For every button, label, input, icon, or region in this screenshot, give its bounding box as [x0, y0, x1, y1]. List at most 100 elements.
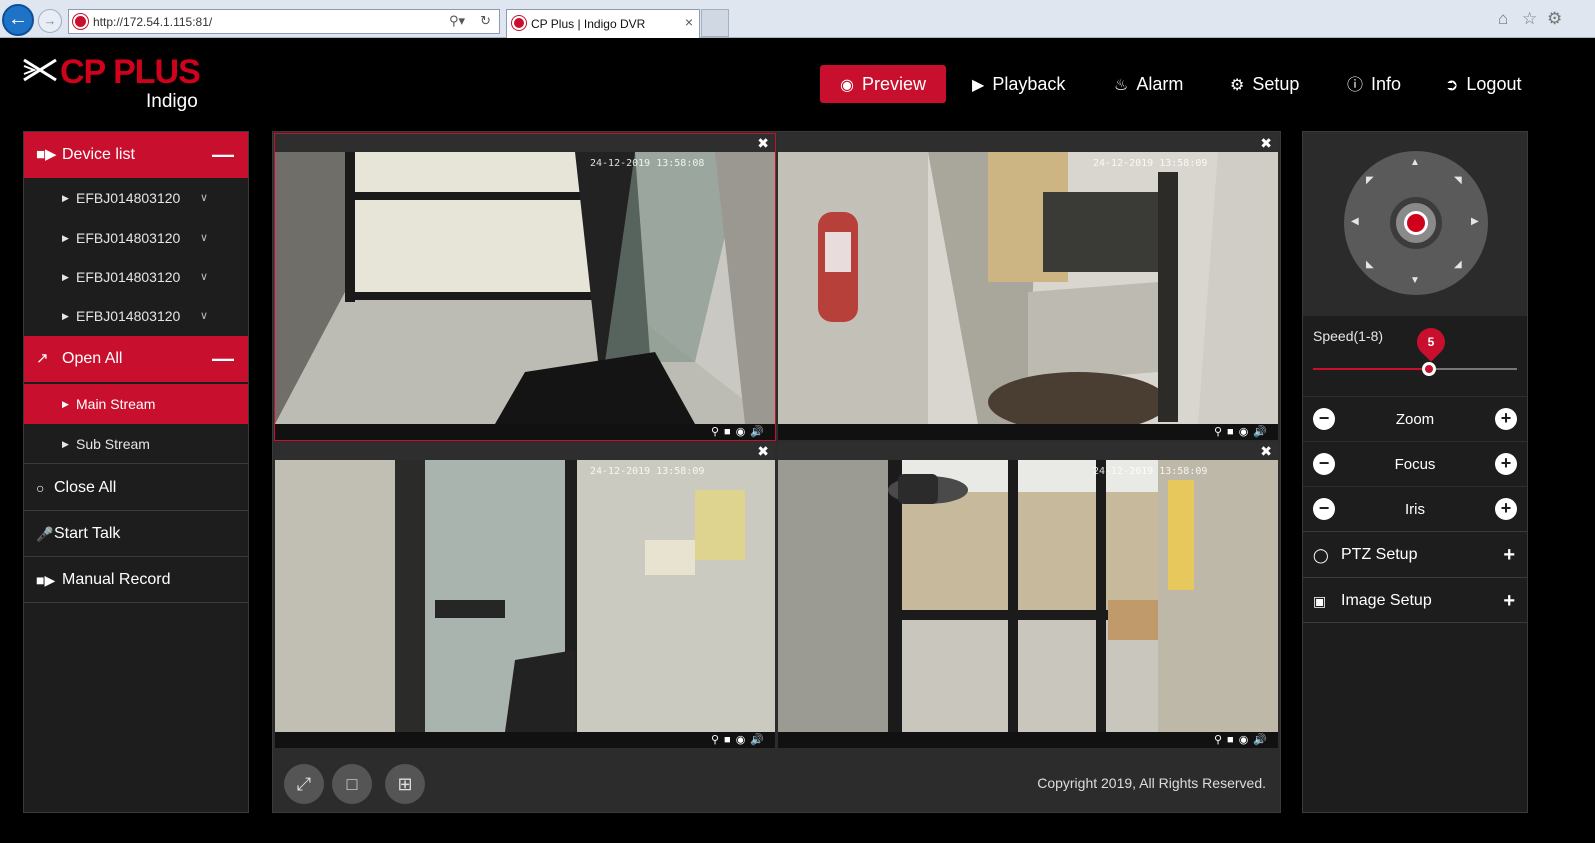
chevron-down-icon[interactable]: ∨: [200, 296, 208, 336]
camera-image-4: [778, 460, 1278, 732]
arrow-up-icon[interactable]: ▲: [1410, 157, 1420, 168]
device-item[interactable]: ▶ EFBJ014803120 ∨: [24, 257, 248, 297]
image-icon: ▣: [1313, 593, 1327, 609]
start-talk-button[interactable]: 🎤 Start Talk: [24, 511, 248, 557]
collapse-minus-icon[interactable]: —: [212, 132, 234, 178]
settings-gear-icon[interactable]: ⚙: [1547, 9, 1562, 29]
zoom-control: − Zoom +: [1303, 396, 1527, 441]
camera-tile-1[interactable]: ✖ 24-12-2019 13:58:08 ⚲■◉🔊: [274, 133, 776, 441]
tab-close-icon[interactable]: ×: [685, 14, 693, 30]
chevron-down-icon[interactable]: ∨: [200, 178, 208, 218]
search-icon[interactable]: ⚲▾: [449, 13, 465, 29]
caret-right-icon: ▶: [62, 233, 69, 243]
nav-info-label: Info: [1371, 74, 1402, 94]
device-sidebar: ■▶ Device list — ▶ EFBJ014803120 ∨ ▶ EFB…: [23, 131, 249, 813]
favorites-star-icon[interactable]: ☆: [1522, 9, 1537, 29]
quad-layout-icon[interactable]: ⊞: [385, 764, 425, 804]
sub-stream-option[interactable]: ▶ Sub Stream: [24, 424, 248, 464]
focus-in-icon[interactable]: +: [1495, 453, 1517, 475]
expand-plus-icon[interactable]: +: [1503, 578, 1515, 624]
camera-timestamp: 24-12-2019 13:58:09: [1093, 466, 1208, 477]
arrow-up-left-icon[interactable]: ◤: [1366, 175, 1374, 186]
new-tab-button[interactable]: [701, 9, 729, 37]
device-name: EFBJ014803120: [76, 308, 181, 324]
info-icon: ⓘ: [1347, 77, 1364, 94]
logout-icon: ➲: [1445, 77, 1459, 94]
chevron-down-icon[interactable]: ∨: [200, 257, 208, 297]
caret-right-icon: ▶: [62, 193, 69, 203]
camera-timestamp: 24-12-2019 13:58:09: [590, 466, 705, 477]
speed-slider[interactable]: [1313, 362, 1517, 376]
nav-playback[interactable]: ▶ Playback: [972, 65, 1065, 103]
nav-alarm[interactable]: ♨ Alarm: [1114, 65, 1183, 103]
browser-tab[interactable]: CP Plus | Indigo DVR ×: [506, 9, 700, 38]
caret-right-icon: ▶: [62, 439, 69, 449]
fullscreen-icon[interactable]: ⤢: [284, 764, 324, 804]
camera-feed-2[interactable]: 24-12-2019 13:58:09: [778, 152, 1278, 424]
single-layout-icon[interactable]: □: [332, 764, 372, 804]
ptz-center-button[interactable]: [1404, 211, 1428, 235]
camera-feed-1[interactable]: 24-12-2019 13:58:08: [275, 152, 775, 424]
cp-plus-logo-icon: [23, 58, 57, 82]
nav-preview[interactable]: ◉ Preview: [820, 65, 946, 103]
arrow-down-right-icon[interactable]: ◢: [1454, 259, 1462, 270]
tile-tool-icons[interactable]: ⚲■◉🔊: [1214, 424, 1272, 440]
speed-slider-fill: [1313, 368, 1430, 370]
speed-slider-handle[interactable]: [1422, 362, 1437, 376]
tile-tool-icons[interactable]: ⚲■◉🔊: [1214, 732, 1272, 748]
focus-control: − Focus +: [1303, 441, 1527, 486]
zoom-label: Zoom: [1395, 411, 1435, 428]
device-item[interactable]: ▶ EFBJ014803120 ∨: [24, 178, 248, 218]
camera-image-1: [275, 152, 775, 424]
video-camera-icon: ■▶: [36, 146, 57, 163]
forward-arrow-icon[interactable]: →: [38, 9, 62, 33]
nav-info[interactable]: ⓘ Info: [1347, 65, 1401, 103]
back-arrow-icon[interactable]: ←: [2, 4, 34, 36]
nav-preview-label: Preview: [861, 74, 926, 94]
address-url[interactable]: http://172.54.1.115:81/: [93, 15, 212, 29]
image-setup-section[interactable]: ▣ Image Setup +: [1303, 577, 1527, 623]
caret-right-icon: ▶: [62, 399, 69, 409]
collapse-minus-icon[interactable]: —: [212, 336, 234, 382]
close-icon[interactable]: ✖: [757, 443, 769, 460]
tile-tool-icons[interactable]: ⚲■◉🔊: [711, 732, 769, 748]
open-all-header[interactable]: ↗ Open All —: [24, 336, 248, 382]
device-item[interactable]: ▶ EFBJ014803120 ∨: [24, 218, 248, 258]
nav-setup[interactable]: ⚙ Setup: [1230, 65, 1299, 103]
main-stream-option[interactable]: ▶ Main Stream: [24, 384, 248, 424]
arrow-down-left-icon[interactable]: ◣: [1366, 259, 1374, 270]
home-icon[interactable]: ⌂: [1498, 9, 1508, 29]
camera-tile-4[interactable]: ✖ 24-12-2019 13:58:09 ⚲■◉🔊: [778, 442, 1278, 748]
camera-feed-4[interactable]: 24-12-2019 13:58:09: [778, 460, 1278, 732]
camera-feed-3[interactable]: 24-12-2019 13:58:09: [275, 460, 775, 732]
camera-tile-3[interactable]: ✖ 24-12-2019 13:58:09 ⚲■◉🔊: [275, 442, 775, 748]
manual-record-button[interactable]: ■▶ Manual Record: [24, 557, 248, 603]
arrow-up-right-icon[interactable]: ◥: [1454, 175, 1462, 186]
chevron-down-icon[interactable]: ∨: [200, 218, 208, 258]
ptz-direction-pad[interactable]: ▲ ▼ ◀ ▶ ◤ ◥ ◣ ◢: [1344, 151, 1488, 295]
copyright-text: Copyright 2019, All Rights Reserved.: [1037, 775, 1266, 791]
close-icon[interactable]: ✖: [757, 135, 769, 152]
ptz-setup-label: PTZ Setup: [1341, 546, 1418, 563]
zoom-in-icon[interactable]: +: [1495, 408, 1517, 430]
arrow-right-icon[interactable]: ▶: [1471, 216, 1479, 227]
ptz-setup-section[interactable]: ◯ PTZ Setup +: [1303, 531, 1527, 577]
tile-tool-icons[interactable]: ⚲■◉🔊: [711, 424, 769, 440]
device-list-header[interactable]: ■▶ Device list —: [24, 132, 248, 178]
tab-title: CP Plus | Indigo DVR: [531, 17, 646, 31]
close-all-button[interactable]: ○ Close All: [24, 465, 248, 511]
nav-logout[interactable]: ➲ Logout: [1445, 65, 1521, 103]
refresh-icon[interactable]: ↻: [480, 13, 491, 29]
eye-icon: ◉: [840, 77, 854, 94]
tab-favicon-icon: [512, 16, 526, 30]
arrow-down-icon[interactable]: ▼: [1410, 275, 1420, 286]
camera-tile-2[interactable]: ✖ 24-12-2019 13:58:09 ⚲■◉🔊: [778, 134, 1278, 440]
expand-plus-icon[interactable]: +: [1503, 532, 1515, 578]
address-bar[interactable]: http://172.54.1.115:81/ ⚲▾ ↻: [68, 9, 500, 34]
close-icon[interactable]: ✖: [1260, 443, 1272, 460]
start-talk-label: Start Talk: [54, 525, 121, 542]
device-item[interactable]: ▶ EFBJ014803120 ∨: [24, 296, 248, 336]
iris-open-icon[interactable]: +: [1495, 498, 1517, 520]
arrow-left-icon[interactable]: ◀: [1351, 216, 1359, 227]
close-icon[interactable]: ✖: [1260, 135, 1272, 152]
